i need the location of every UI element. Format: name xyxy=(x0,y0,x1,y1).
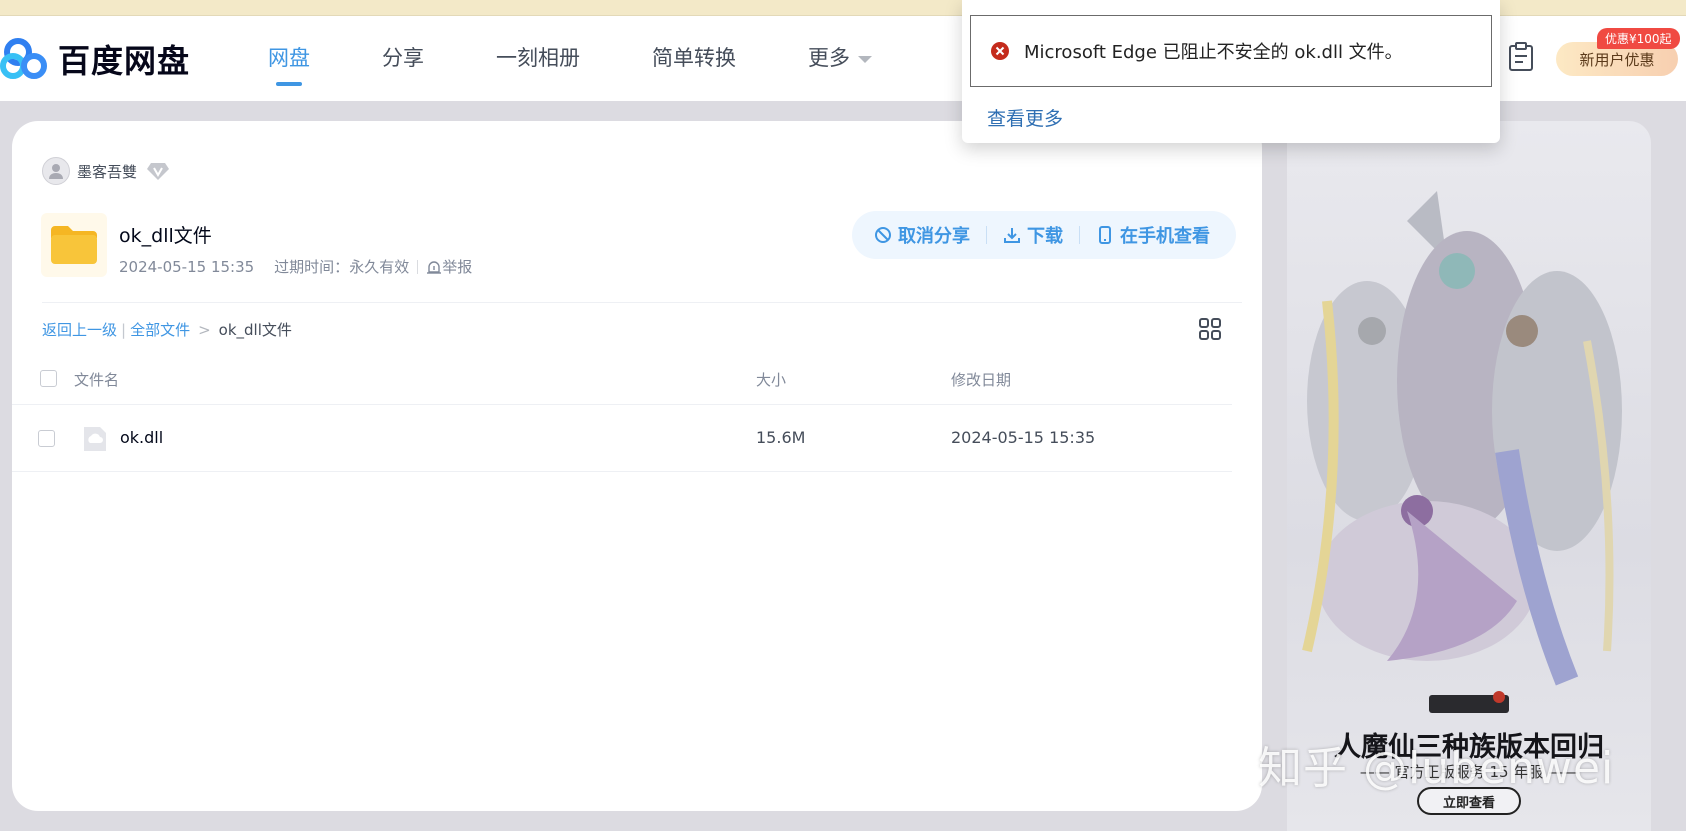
main-nav: 网盘 分享 一刻相册 简单转换 更多 xyxy=(268,42,944,86)
chevron-down-icon xyxy=(858,55,872,63)
phone-icon xyxy=(1099,226,1111,244)
column-header-name[interactable]: 文件名 xyxy=(74,369,119,390)
view-on-phone-button[interactable]: 在手机查看 xyxy=(1096,222,1210,248)
nav-netdisk[interactable]: 网盘 xyxy=(268,42,310,86)
report-link[interactable]: 举报 xyxy=(426,256,472,277)
share-created-date: 2024-05-15 15:35 xyxy=(119,257,255,276)
expiry-value: 永久有效 xyxy=(349,258,410,276)
file-modified-date: 2024-05-15 15:35 xyxy=(951,428,1096,447)
breadcrumb-current: ok_dll文件 xyxy=(218,321,292,339)
file-name[interactable]: ok.dll xyxy=(120,428,163,447)
clipboard-icon[interactable] xyxy=(1508,42,1534,72)
nav-album[interactable]: 一刻相册 xyxy=(496,42,580,72)
netdisk-logo-icon xyxy=(0,38,47,79)
see-more-link[interactable]: 查看更多 xyxy=(987,104,1063,131)
folder-thumbnail xyxy=(41,213,107,277)
avatar[interactable] xyxy=(42,157,70,185)
row-checkbox[interactable] xyxy=(38,430,55,447)
folder-icon xyxy=(51,226,97,264)
action-divider xyxy=(1079,226,1080,244)
download-button[interactable]: 下载 xyxy=(1003,222,1063,248)
cancel-share-label: 取消分享 xyxy=(898,226,970,247)
breadcrumb: 返回上一级 | 全部文件 > ok_dll文件 xyxy=(42,319,292,340)
ad-artwork-image xyxy=(1302,191,1622,686)
view-on-phone-label: 在手机查看 xyxy=(1120,226,1210,247)
download-icon xyxy=(1004,228,1020,243)
cancel-share-button[interactable]: 取消分享 xyxy=(874,222,970,248)
expiry-label: 过期时间： xyxy=(274,258,350,276)
nav-convert[interactable]: 简单转换 xyxy=(652,42,736,72)
file-table-header: 文件名 大小 修改日期 xyxy=(12,351,1232,405)
grid-view-icon[interactable] xyxy=(1198,317,1222,341)
download-label: 下载 xyxy=(1027,226,1063,247)
promo-badge: 优惠¥100起 xyxy=(1597,28,1680,49)
select-all-checkbox[interactable] xyxy=(40,370,57,387)
edge-download-blocked-popup: Microsoft Edge 已阻止不安全的 ok.dll 文件。 查看更多 xyxy=(962,0,1500,143)
share-meta: 2024-05-15 15:35 过期时间： 永久有效 举报 xyxy=(119,256,472,277)
breadcrumb-separator: > xyxy=(198,320,211,339)
vip-diamond-icon xyxy=(147,163,170,180)
nav-share[interactable]: 分享 xyxy=(382,42,424,72)
meta-divider xyxy=(417,259,419,274)
share-owner: 墨客吾雙 xyxy=(42,157,170,185)
section-divider xyxy=(42,302,1242,303)
baidu-netdisk-logo[interactable]: 百度网盘 xyxy=(0,36,190,82)
blocked-message: Microsoft Edge 已阻止不安全的 ok.dll 文件。 xyxy=(1024,42,1403,63)
error-icon xyxy=(991,42,1009,60)
share-folder-name: ok_dll文件 xyxy=(119,225,212,247)
avatar-icon xyxy=(49,164,63,179)
cancel-circle-icon xyxy=(875,227,891,243)
game-logo-icon xyxy=(1429,691,1509,713)
blocked-download-item[interactable]: Microsoft Edge 已阻止不安全的 ok.dll 文件。 xyxy=(970,15,1492,87)
owner-name: 墨客吾雙 xyxy=(77,162,138,181)
file-size: 15.6M xyxy=(756,428,806,447)
logo-text: 百度网盘 xyxy=(58,42,191,80)
breadcrumb-all-files[interactable]: 全部文件 xyxy=(130,319,190,340)
action-divider xyxy=(986,226,987,244)
share-action-bar: 取消分享 下载 在手机查看 xyxy=(852,211,1236,259)
column-header-size[interactable]: 大小 xyxy=(756,369,786,390)
report-label: 举报 xyxy=(442,258,473,276)
game-advertisement[interactable]: 人魔仙三种族版本回归 —— 官方正版服务 15 年服 —— 立即查看 xyxy=(1287,121,1651,831)
unknown-file-icon xyxy=(84,427,106,451)
nav-more-label: 更多 xyxy=(808,46,850,70)
zhihu-watermark: 知乎 @lubenwei xyxy=(1258,743,1615,794)
alarm-bell-icon xyxy=(427,260,442,274)
nav-more[interactable]: 更多 xyxy=(808,42,872,72)
breadcrumb-back[interactable]: 返回上一级 xyxy=(42,319,117,340)
breadcrumb-bar: | xyxy=(121,320,127,339)
share-card: 墨客吾雙 ok_dll文件 2024-05-15 15:35 过期时间： 永久有… xyxy=(12,121,1262,811)
column-header-date[interactable]: 修改日期 xyxy=(951,369,1011,390)
table-row[interactable]: ok.dll 15.6M 2024-05-15 15:35 xyxy=(12,406,1232,472)
